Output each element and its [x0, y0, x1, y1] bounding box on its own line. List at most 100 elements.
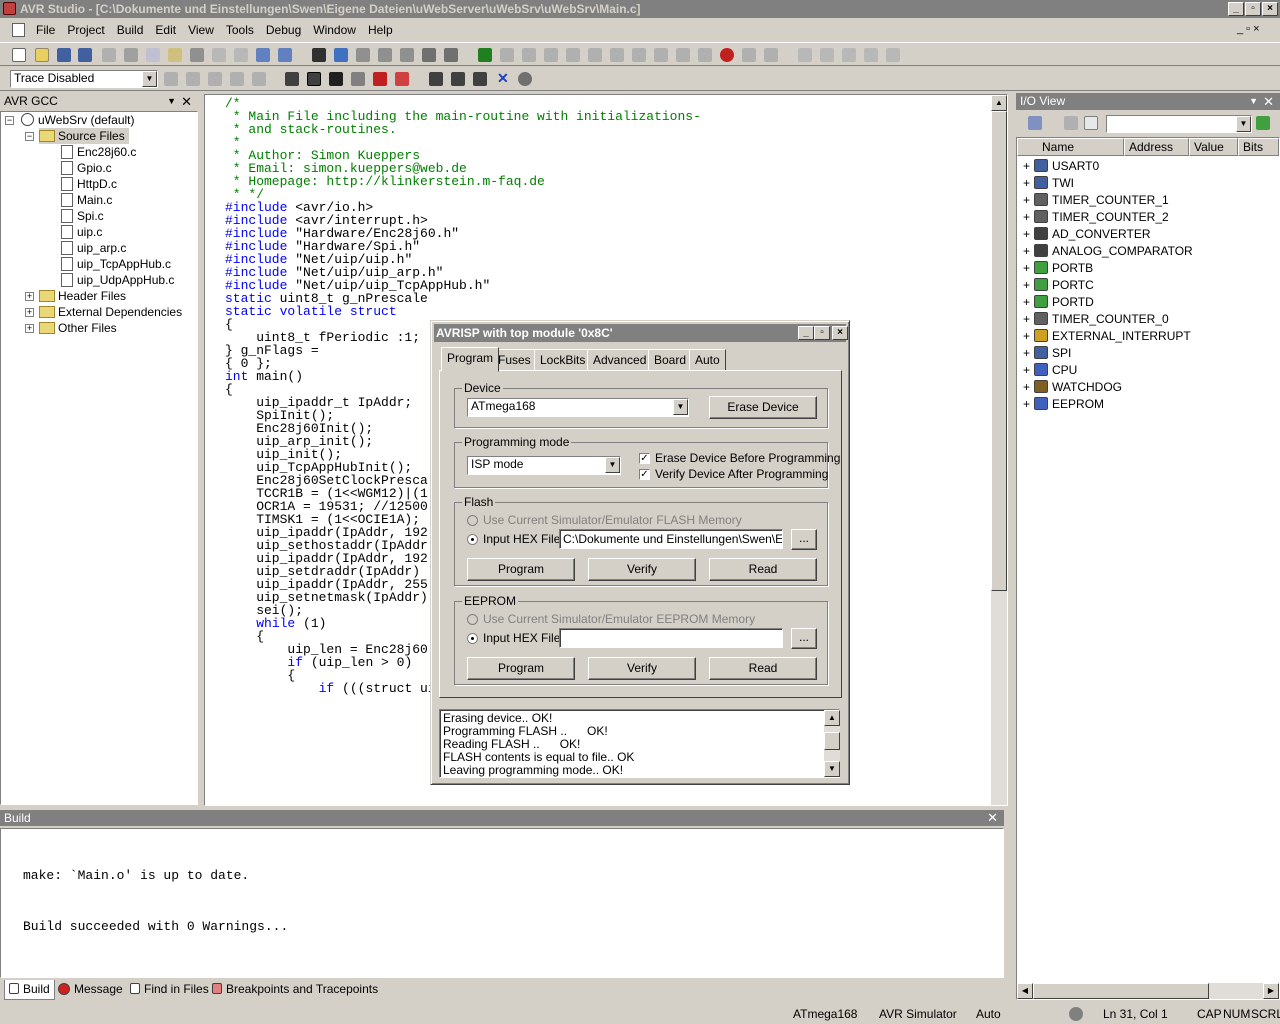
save-all-icon[interactable] [78, 48, 92, 62]
tree-header-files[interactable]: Header Files [39, 288, 126, 304]
close-icon[interactable]: ✕ [987, 810, 998, 826]
expand-icon[interactable]: + [1023, 192, 1030, 209]
io-item[interactable]: + WATCHDOG [1023, 379, 1122, 396]
paste-icon[interactable] [168, 48, 182, 62]
braces-icon[interactable] [676, 48, 690, 62]
tree-file[interactable]: Spi.c [61, 208, 104, 224]
go-icon[interactable] [1256, 116, 1270, 130]
menu-project[interactable]: Project [61, 23, 110, 37]
tree-file[interactable]: Enc28j60.c [61, 144, 136, 160]
step-over-icon[interactable] [588, 48, 602, 62]
tab-breakpoints[interactable]: Breakpoints and Tracepoints [208, 980, 382, 1000]
eeprom-hex-radio[interactable]: Input HEX File [467, 631, 560, 645]
break-icon[interactable] [544, 48, 558, 62]
chevron-down-icon[interactable]: ▼ [673, 399, 688, 415]
expand-icon[interactable]: + [1023, 226, 1030, 243]
close-button[interactable]: × [1262, 2, 1278, 16]
close-icon[interactable]: ✕ [181, 93, 192, 110]
tool2-icon[interactable] [373, 72, 387, 86]
io-view-icon[interactable] [886, 48, 900, 62]
editor-scrollbar[interactable]: ▲ [991, 95, 1007, 805]
chevron-down-icon[interactable]: ▼ [142, 71, 157, 87]
tab-board[interactable]: Board [648, 349, 693, 371]
chevron-down-icon[interactable]: ▼ [1236, 116, 1251, 132]
chip-icon[interactable] [329, 72, 343, 86]
radio-selected-icon[interactable] [467, 633, 478, 645]
processor-icon[interactable] [864, 48, 878, 62]
tab-build[interactable]: Build [4, 980, 55, 1000]
tab-lockbits[interactable]: LockBits [534, 349, 592, 371]
tab-auto[interactable]: Auto [689, 349, 726, 371]
chevron-down-icon[interactable]: ▼ [1249, 93, 1258, 110]
radio-selected-icon[interactable] [467, 534, 478, 546]
chevron-down-icon[interactable]: ▼ [605, 457, 620, 473]
windows-icon[interactable] [256, 48, 270, 62]
document-icon[interactable] [12, 23, 25, 37]
io-item[interactable]: + AD_CONVERTER [1023, 226, 1150, 243]
run-to-cursor-icon[interactable] [632, 48, 646, 62]
quickwatch-icon[interactable] [764, 48, 778, 62]
io-item[interactable]: + TIMER_COUNTER_1 [1023, 192, 1169, 209]
tree-file[interactable]: uip.c [61, 224, 102, 240]
clear-breakpoints-icon[interactable] [742, 48, 756, 62]
tree-file[interactable]: uip_TcpAppHub.c [61, 256, 171, 272]
expand-icon[interactable]: + [1023, 345, 1030, 362]
mode-select[interactable]: ISP mode ▼ [467, 456, 621, 475]
expand-icon[interactable]: + [25, 308, 34, 317]
bookmark-icon[interactable] [334, 48, 348, 62]
col-bits[interactable]: Bits [1238, 138, 1279, 156]
indent-icon[interactable] [422, 48, 436, 62]
col-value[interactable]: Value [1189, 138, 1238, 156]
io-item[interactable]: + EXTERNAL_INTERRUPT [1023, 328, 1191, 345]
expand-icon[interactable]: + [1023, 277, 1030, 294]
log-scrollbar[interactable]: ▲ ▼ [824, 710, 840, 777]
auto-icon[interactable] [395, 72, 409, 86]
io-item[interactable]: + SPI [1023, 345, 1071, 362]
flash-hex-path-input[interactable]: C:\Dokumente und Einstellungen\Swen\Eige [559, 529, 783, 549]
bookmark-next-icon[interactable] [356, 48, 370, 62]
io-item[interactable]: + PORTD [1023, 294, 1094, 311]
io-hscrollbar[interactable]: ◀ ▶ [1017, 983, 1279, 999]
tab-advanced[interactable]: Advanced [587, 349, 653, 371]
build-icon[interactable] [429, 72, 443, 86]
programming-log[interactable]: Erasing device.. OK! Programming FLASH .… [439, 709, 840, 778]
watch-icon[interactable] [798, 48, 812, 62]
avr-programmer-icon[interactable] [307, 72, 321, 86]
eeprom-program-button[interactable]: Program [467, 657, 575, 680]
trace5-icon[interactable] [252, 72, 266, 86]
scroll-down-icon[interactable]: ▼ [824, 761, 840, 777]
tab-find-in-files[interactable]: Find in Files [126, 980, 213, 1000]
print-icon[interactable] [190, 48, 204, 62]
io-item[interactable]: + USART0 [1023, 158, 1099, 175]
io-item[interactable]: + TWI [1023, 175, 1074, 192]
eeprom-hex-path-input[interactable] [559, 628, 783, 648]
undo-icon[interactable] [102, 48, 116, 62]
menu-edit[interactable]: Edit [149, 23, 182, 37]
scroll-up-icon[interactable]: ▲ [991, 95, 1007, 111]
expand-icon[interactable]: + [1023, 362, 1030, 379]
expand-icon[interactable]: + [25, 324, 34, 333]
flash-hex-radio[interactable]: Input HEX File [467, 532, 560, 546]
scroll-left-icon[interactable]: ◀ [1017, 983, 1033, 999]
tree-file[interactable]: HttpD.c [61, 176, 117, 192]
trace-combo[interactable]: Trace Disabled ▼ [10, 70, 158, 88]
list-view-icon[interactable] [1084, 116, 1098, 130]
tree-file[interactable]: Gpio.c [61, 160, 112, 176]
io-item[interactable]: + TIMER_COUNTER_2 [1023, 209, 1169, 226]
verify-after-checkbox[interactable]: ✓ Verify Device After Programming [639, 467, 828, 481]
tab-message[interactable]: Message [54, 980, 127, 1000]
scroll-thumb[interactable] [991, 111, 1007, 591]
flash-sim-radio[interactable]: Use Current Simulator/Emulator FLASH Mem… [467, 513, 742, 527]
memory-icon[interactable] [820, 48, 834, 62]
menu-help[interactable]: Help [362, 23, 399, 37]
trace2-icon[interactable] [186, 72, 200, 86]
flash-verify-button[interactable]: Verify [588, 558, 696, 581]
reset-icon[interactable] [522, 48, 536, 62]
io-item[interactable]: + EEPROM [1023, 396, 1104, 413]
eeprom-verify-button[interactable]: Verify [588, 657, 696, 680]
open-icon[interactable] [35, 48, 49, 62]
expand-icon[interactable]: + [1023, 209, 1030, 226]
tree-view-icon[interactable] [1064, 116, 1078, 130]
scroll-thumb[interactable] [1033, 983, 1209, 999]
menu-window[interactable]: Window [307, 23, 362, 37]
